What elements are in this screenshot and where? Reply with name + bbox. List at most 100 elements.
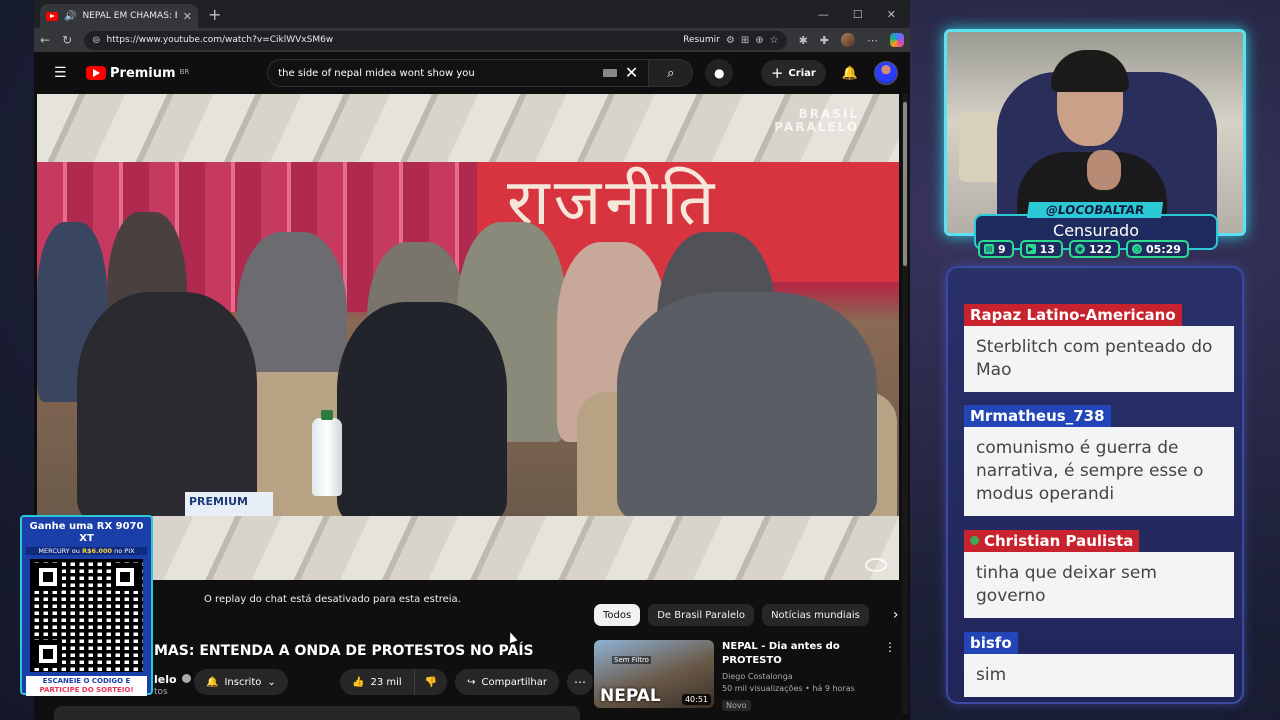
description-box[interactable] xyxy=(54,706,580,720)
youtube-play-icon xyxy=(86,66,106,80)
chevron-down-icon: ⌄ xyxy=(267,676,276,688)
stat-viewers: ◉ 122 xyxy=(1068,240,1120,258)
stat-time: ◷ 05:29 xyxy=(1125,240,1189,258)
tab-title: NEPAL EM CHAMAS: ENTENDA xyxy=(82,11,176,21)
browser-window: 🔊 NEPAL EM CHAMAS: ENTENDA ✕ + — ☐ ✕ ← ↻… xyxy=(34,0,910,720)
new-tab-icon[interactable]: + xyxy=(208,5,221,24)
giveaway-qr-card: Ganhe uma RX 9070 XT MERCURY ou R$6.000 … xyxy=(20,515,153,696)
notifications-bell-icon[interactable]: 🔔 xyxy=(842,66,858,81)
speaker-icon[interactable]: 🔊 xyxy=(64,11,76,22)
chip-world-news[interactable]: Notícias mundiais xyxy=(762,604,869,626)
maximize-icon[interactable]: ☐ xyxy=(853,8,863,21)
youtube-icon: ▶ xyxy=(1025,244,1036,254)
chat-text: tinha que deixar sem governo xyxy=(964,552,1234,618)
close-window-icon[interactable]: ✕ xyxy=(887,8,896,21)
recommended-video[interactable]: Sem Filtro NEPAL 40:51 NEPAL - Dia antes… xyxy=(594,640,896,712)
youtube-logo[interactable]: Premium BR xyxy=(86,66,189,81)
clear-search-icon[interactable]: ✕ xyxy=(625,65,638,81)
voice-search-button[interactable]: ● xyxy=(705,59,734,87)
share-button[interactable]: ↪ Compartilhar xyxy=(455,669,559,695)
person-figure xyxy=(337,302,507,516)
giveaway-sub-prefix: MERCURY ou xyxy=(38,547,80,555)
subscribed-button[interactable]: 🔔 Inscrito ⌄ xyxy=(194,669,288,695)
dislike-button[interactable]: 👎 xyxy=(414,669,448,695)
tissue-box: PREMIUM xyxy=(185,492,273,516)
translate-icon[interactable]: ⚙ xyxy=(726,35,735,46)
chevron-right-icon[interactable]: › xyxy=(893,607,899,623)
page-scrollbar[interactable] xyxy=(902,94,908,714)
recommended-title[interactable]: NEPAL - Dia antes do PROTESTO xyxy=(722,640,872,668)
microphone-icon: ● xyxy=(713,66,725,80)
person-figure xyxy=(617,292,877,516)
chip-all[interactable]: Todos xyxy=(594,604,641,626)
streamer-hair xyxy=(1051,50,1129,92)
stat-chat: ▤ 9 xyxy=(978,240,1014,258)
more-actions-button[interactable]: ⋯ xyxy=(566,669,593,695)
chat-username-wrap: Christian Paulista xyxy=(964,530,1140,552)
url-text: https://www.youtube.com/watch?v=CiklWVxS… xyxy=(106,35,334,45)
extensions-icon[interactable]: ✱ xyxy=(799,34,808,47)
stream-stats: ▤ 9 ▶ 13 ◉ 122 ◷ 05:29 xyxy=(978,240,1189,258)
create-button[interactable]: + Criar xyxy=(760,60,826,86)
chat-message: Mrmatheus_738 comunismo é guerra de narr… xyxy=(964,405,1234,516)
scrollbar-thumb[interactable] xyxy=(903,102,907,266)
search-bar: ✕ ⌕ ● xyxy=(267,59,734,87)
search-box: ✕ xyxy=(267,59,650,87)
browser-tab[interactable]: 🔊 NEPAL EM CHAMAS: ENTENDA ✕ xyxy=(40,4,198,28)
recommended-channel[interactable]: Diego Costalonga xyxy=(722,672,872,681)
viewers-icon: ◉ xyxy=(1074,244,1085,254)
stream-status: Censurado xyxy=(1053,221,1139,240)
url-field[interactable]: ⊜ https://www.youtube.com/watch?v=CiklWV… xyxy=(84,30,787,50)
channel-name[interactable]: lelo xyxy=(154,673,177,686)
thumbs-up-icon: 👍 xyxy=(352,676,365,688)
address-bar: ← ↻ ⊜ https://www.youtube.com/watch?v=Ci… xyxy=(34,28,910,52)
video-title: MAS: ENTENDA A ONDA DE PROTESTOS NO PAÍS xyxy=(154,643,534,659)
bell-icon: 🔔 xyxy=(206,676,219,688)
favorite-star-icon[interactable]: ☆ xyxy=(770,35,779,46)
chat-username: Rapaz Latino-Americano xyxy=(964,304,1182,326)
copilot-icon[interactable] xyxy=(890,33,904,47)
recommended-thumbnail[interactable]: Sem Filtro NEPAL 40:51 xyxy=(594,640,714,708)
verified-icon xyxy=(181,674,191,683)
search-input[interactable] xyxy=(278,67,595,79)
qr-code xyxy=(30,559,143,672)
profile-avatar[interactable] xyxy=(841,33,855,47)
like-button[interactable]: 👍 23 mil xyxy=(340,669,415,695)
close-tab-icon[interactable]: ✕ xyxy=(183,10,192,23)
youtube-header: ☰ Premium BR ✕ ⌕ ● + Criar 🔔 xyxy=(34,52,910,94)
chip-channel[interactable]: De Brasil Paralelo xyxy=(648,604,755,626)
logo-text: Premium xyxy=(110,65,176,81)
reload-icon[interactable]: ↻ xyxy=(62,33,72,47)
menu-dots-icon[interactable]: ⋯ xyxy=(867,34,878,47)
video-player[interactable]: BRASIL PARALELO राजनीति PREMIUM xyxy=(37,94,899,580)
header-actions: + Criar 🔔 xyxy=(760,60,898,86)
recommendation-chips: Todos De Brasil Paralelo Notícias mundia… xyxy=(594,604,898,626)
keyboard-icon[interactable] xyxy=(602,69,617,77)
watermark-line2: PARALELO xyxy=(774,120,859,135)
account-avatar[interactable] xyxy=(874,61,898,85)
summarize-button[interactable]: Resumir xyxy=(683,35,720,45)
search-button[interactable]: ⌕ xyxy=(649,59,694,87)
more-vertical-icon[interactable]: ⋮ xyxy=(884,640,896,712)
channel-info: lelo tos xyxy=(154,668,191,697)
apps-icon[interactable]: ⊞ xyxy=(741,35,749,46)
plus-icon: + xyxy=(770,64,784,82)
streamer-handle: @LOCOBALTAR xyxy=(1026,202,1164,218)
site-info-icon[interactable]: ⊜ xyxy=(92,35,100,46)
tab-bar: 🔊 NEPAL EM CHAMAS: ENTENDA ✕ + — ☐ ✕ xyxy=(34,0,910,28)
giveaway-subline: MERCURY ou R$6.000 no PIX xyxy=(26,547,147,555)
like-count: 23 mil xyxy=(370,676,402,688)
youtube-favicon-icon xyxy=(46,11,58,21)
chat-message: Rapaz Latino-Americano Sterblitch com pe… xyxy=(964,304,1234,392)
video-actions: 👍 23 mil 👎 ↪ Compartilhar ⋯ xyxy=(340,669,593,695)
giveaway-sub-amount: R$6.000 xyxy=(81,547,113,555)
video-content: राजनीति PREMIUM xyxy=(37,162,899,516)
recommended-meta: 50 mil visualizações • há 9 horas xyxy=(722,684,855,693)
back-icon[interactable]: ← xyxy=(40,33,50,47)
minimize-icon[interactable]: — xyxy=(818,8,829,21)
puzzle-icon[interactable]: ✚ xyxy=(820,34,829,47)
zoom-icon[interactable]: ⊕ xyxy=(755,35,763,46)
hamburger-menu-icon[interactable]: ☰ xyxy=(54,65,68,81)
chat-text: comunismo é guerra de narrativa, é sempr… xyxy=(964,427,1234,516)
giveaway-footer-line1: ESCANEIE O CÓDIGO E xyxy=(42,677,131,685)
